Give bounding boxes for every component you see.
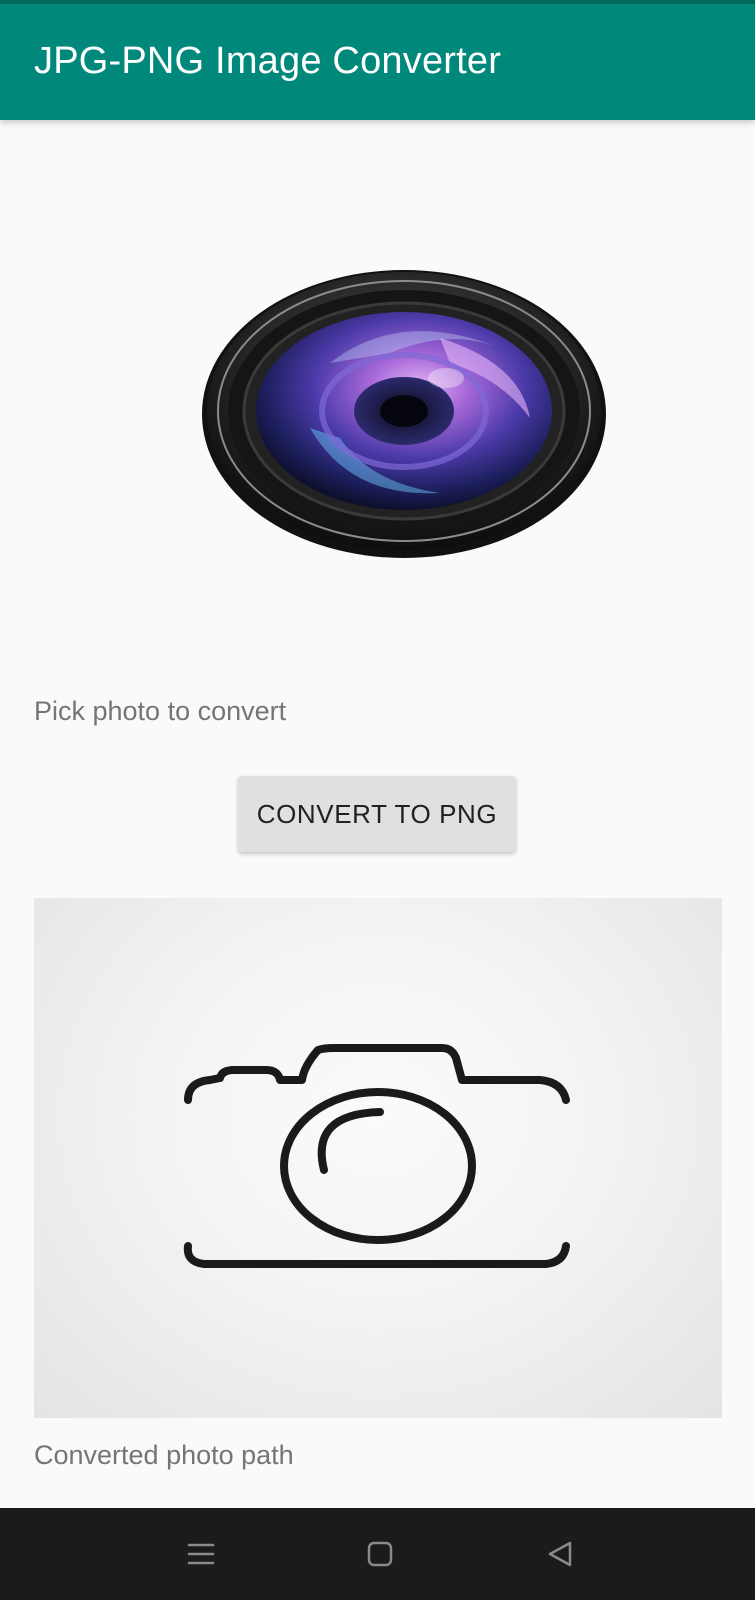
home-square-icon[interactable] bbox=[360, 1534, 400, 1574]
app-screen: JPG-PNG Image Converter Pick photo to co… bbox=[0, 0, 755, 1600]
pick-photo-label: Pick photo to convert bbox=[34, 696, 287, 726]
camera-lens-icon[interactable] bbox=[200, 268, 608, 560]
camera-outline-icon bbox=[183, 1044, 570, 1268]
converted-path-label: Converted photo path bbox=[34, 1440, 294, 1470]
back-triangle-icon[interactable] bbox=[540, 1534, 580, 1574]
navigation-bar bbox=[0, 1508, 755, 1600]
convert-to-png-button[interactable]: CONVERT TO PNG bbox=[238, 776, 516, 852]
app-title: JPG-PNG Image Converter bbox=[34, 40, 502, 82]
convert-button-label: CONVERT TO PNG bbox=[256, 798, 498, 829]
converted-photo-preview[interactable] bbox=[34, 898, 722, 1418]
app-bar: JPG-PNG Image Converter bbox=[0, 4, 755, 120]
menu-icon[interactable] bbox=[181, 1534, 221, 1574]
